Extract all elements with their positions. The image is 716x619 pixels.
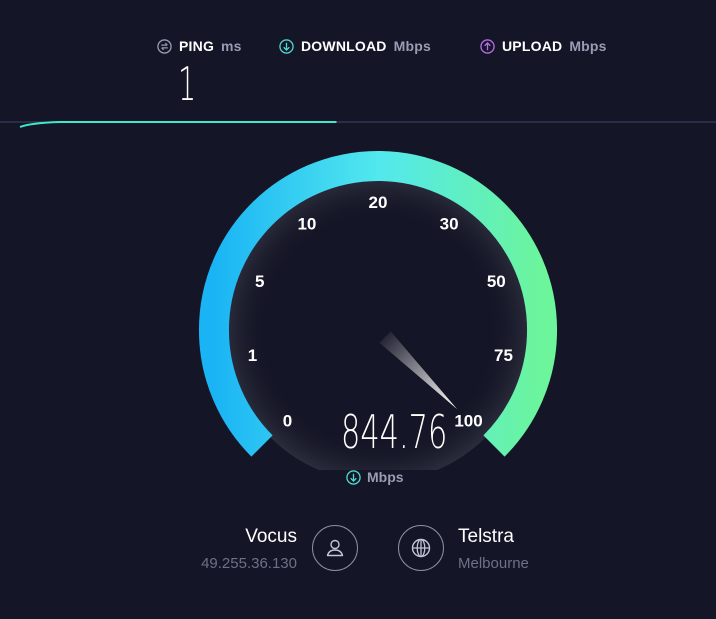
change-server-button[interactable] <box>398 525 444 571</box>
download-label: DOWNLOAD <box>301 38 387 54</box>
ping-unit: ms <box>221 38 242 54</box>
globe-icon <box>411 538 431 558</box>
current-speed-value: 844.76 <box>341 405 448 459</box>
download-unit: Mbps <box>393 38 431 54</box>
gauge-tick-30: 30 <box>440 215 459 234</box>
test-progress-bar <box>0 121 716 128</box>
upload-label: UPLOAD <box>502 38 563 54</box>
speed-unit-label: Mbps <box>367 469 404 485</box>
upload-unit: Mbps <box>569 38 607 54</box>
upload-arrow-icon <box>480 38 495 54</box>
gauge-tick-1: 1 <box>248 346 257 365</box>
download-arrow-icon <box>346 469 361 485</box>
server-name: Telstra <box>458 526 514 547</box>
gauge-tick-0: 0 <box>283 412 292 431</box>
isp-ip: 49.255.36.130 <box>201 555 297 572</box>
download-arrow-icon <box>279 38 294 54</box>
progress-fill <box>19 121 337 128</box>
user-icon <box>326 539 344 557</box>
gauge-tick-20: 20 <box>369 193 388 212</box>
upload-metric: UPLOAD Mbps <box>480 38 607 54</box>
isp-name: Vocus <box>245 526 297 547</box>
gauge-tick-75: 75 <box>494 346 513 365</box>
isp-button[interactable] <box>312 525 358 571</box>
gauge-tick-100: 100 <box>454 412 482 431</box>
gauge-tick-5: 5 <box>255 272 264 291</box>
server-location: Melbourne <box>458 555 529 572</box>
ping-label: PING <box>179 38 215 54</box>
ping-icon <box>157 38 172 54</box>
gauge-tick-10: 10 <box>297 215 316 234</box>
gauge-tick-50: 50 <box>487 272 506 291</box>
ping-metric: PING ms <box>157 38 242 54</box>
current-speed-unit: Mbps <box>346 469 404 485</box>
download-metric: DOWNLOAD Mbps <box>279 38 431 54</box>
metrics-header: PING ms DOWNLOAD Mbps UPLOAD Mbps <box>0 38 716 58</box>
ping-value: 1 <box>178 57 197 111</box>
